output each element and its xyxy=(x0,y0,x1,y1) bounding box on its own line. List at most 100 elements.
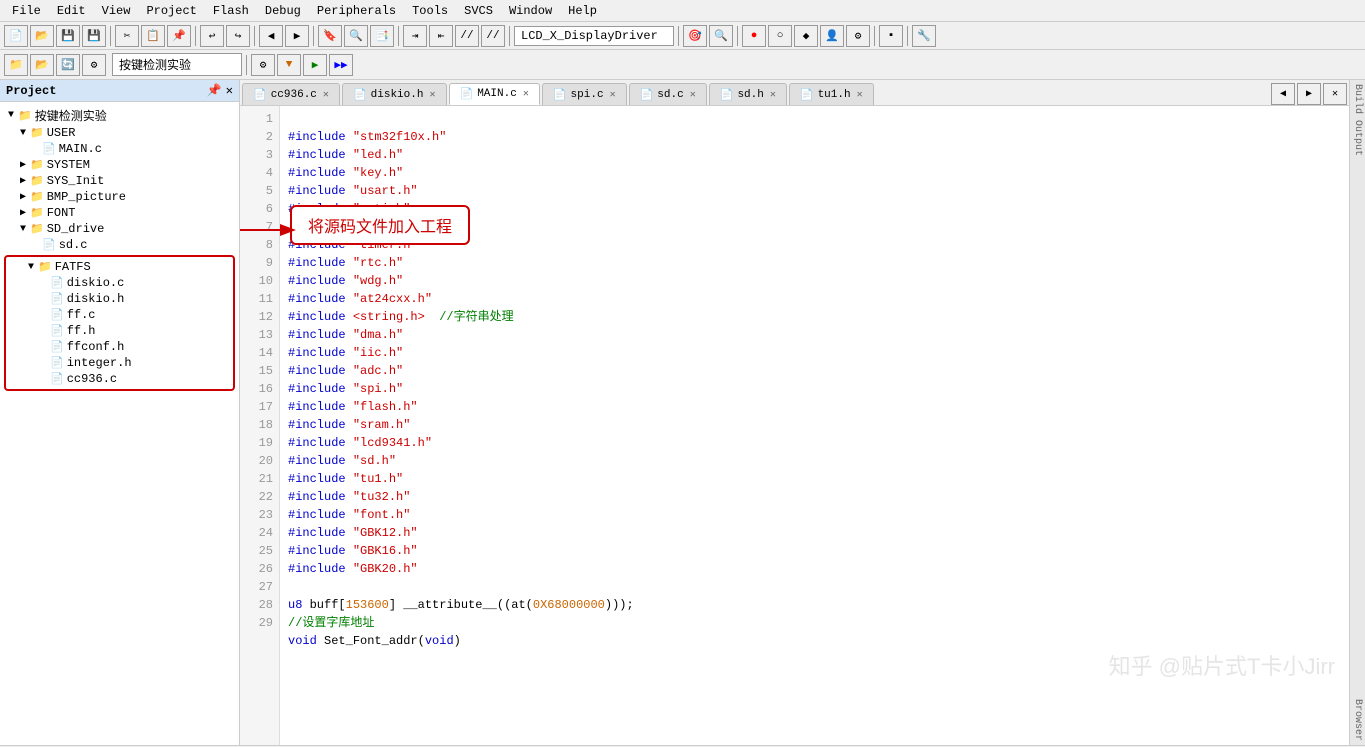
tab-close-tu1-h[interactable]: ✕ xyxy=(857,89,863,101)
tree-diskio-c[interactable]: 📄 diskio.c xyxy=(8,275,231,291)
tab-cc936[interactable]: 📄 cc936.c ✕ xyxy=(242,83,340,105)
toolbar2: 📁 📂 🔄 ⚙ 按键检测实验 ⚙ ▼ ▶ ▶▶ xyxy=(0,50,1365,80)
nav-fwd-btn[interactable]: ▶ xyxy=(285,25,309,47)
project-name-field[interactable]: 按键检测实验 xyxy=(112,53,242,76)
wrench-btn[interactable]: 🔧 xyxy=(912,25,936,47)
nav-back-btn[interactable]: ◀ xyxy=(259,25,283,47)
target-btn[interactable]: 🎯 xyxy=(683,25,707,47)
cut-btn[interactable]: ✂ xyxy=(115,25,139,47)
tb2-btn3[interactable]: 🔄 xyxy=(56,54,80,76)
undo-btn[interactable]: ↩ xyxy=(200,25,224,47)
build2-btn[interactable]: ▶▶ xyxy=(329,54,353,76)
outdent-btn[interactable]: ⇤ xyxy=(429,25,453,47)
paste-btn[interactable]: 📌 xyxy=(167,25,191,47)
menu-flash[interactable]: Flash xyxy=(205,2,257,20)
diamond-btn[interactable]: ◆ xyxy=(794,25,818,47)
right-sidebar: Build Output Browser xyxy=(1349,80,1365,745)
tab-close-sd-h[interactable]: ✕ xyxy=(770,89,776,101)
menu-debug[interactable]: Debug xyxy=(257,2,309,20)
settings-btn[interactable]: ⚙ xyxy=(846,25,870,47)
tree-main-c[interactable]: 📄 MAIN.c xyxy=(0,141,239,157)
bookmark-btn[interactable]: 🔖 xyxy=(318,25,342,47)
circle-btn[interactable]: ○ xyxy=(768,25,792,47)
menu-window[interactable]: Window xyxy=(501,2,560,20)
copy-btn[interactable]: 📋 xyxy=(141,25,165,47)
project-close-btn[interactable]: ✕ xyxy=(226,83,233,98)
tree-bmp[interactable]: ▶ 📁 BMP_picture xyxy=(0,189,239,205)
tree-ff-c[interactable]: 📄 ff.c xyxy=(8,307,231,323)
tab-close-sd-c[interactable]: ✕ xyxy=(690,89,696,101)
tab-close-diskio-h[interactable]: ✕ xyxy=(429,89,435,101)
build-output-label: Build Output xyxy=(1352,80,1363,160)
tb2-btn2[interactable]: 📂 xyxy=(30,54,54,76)
comment-btn[interactable]: // xyxy=(455,25,479,47)
tree-root[interactable]: ▼ 📁 按键检测实验 xyxy=(0,106,239,125)
tree-sysinit[interactable]: ▶ 📁 SYS_Init xyxy=(0,173,239,189)
toolbar1: 📄 📂 💾 💾 ✂ 📋 📌 ↩ ↪ ◀ ▶ 🔖 🔍 📑 ⇥ ⇤ // // LC… xyxy=(0,22,1365,50)
box-btn[interactable]: ▪ xyxy=(879,25,903,47)
sep10 xyxy=(907,26,908,46)
code-editor[interactable]: 12345 678910 1112131415 1617181920 21222… xyxy=(240,106,1349,745)
tab-close-all[interactable]: ✕ xyxy=(1323,83,1347,105)
save-btn[interactable]: 💾 xyxy=(56,25,80,47)
tab-diskio-h[interactable]: 📄 diskio.h ✕ xyxy=(342,83,447,105)
sep4 xyxy=(313,26,314,46)
tree-user[interactable]: ▼ 📁 USER xyxy=(0,125,239,141)
tab-close-main-c[interactable]: ✕ xyxy=(523,88,529,100)
tree-cc936-c[interactable]: 📄 cc936.c xyxy=(8,371,231,387)
red-circle-btn[interactable]: ● xyxy=(742,25,766,47)
uncomment-btn[interactable]: // xyxy=(481,25,505,47)
sep11 xyxy=(246,55,247,75)
tab-spi-c[interactable]: 📄 spi.c ✕ xyxy=(542,83,627,105)
sep1 xyxy=(110,26,111,46)
tree-system[interactable]: ▶ 📁 SYSTEM xyxy=(0,157,239,173)
tab-main-c[interactable]: 📄 MAIN.c ✕ xyxy=(449,83,540,105)
tree-diskio-h[interactable]: 📄 diskio.h xyxy=(8,291,231,307)
line-numbers: 12345 678910 1112131415 1617181920 21222… xyxy=(240,106,280,745)
project-header: Project 📌 ✕ xyxy=(0,80,239,102)
menu-project[interactable]: Project xyxy=(138,2,204,20)
sep7 xyxy=(678,26,679,46)
person-btn[interactable]: 👤 xyxy=(820,25,844,47)
tab-sd-h[interactable]: 📄 sd.h ✕ xyxy=(709,83,787,105)
tree-ff-h[interactable]: 📄 ff.h xyxy=(8,323,231,339)
bookmark2-btn[interactable]: 📑 xyxy=(370,25,394,47)
code-content[interactable]: #include "stm32f10x.h" #include "led.h" … xyxy=(280,106,1349,745)
tb2-btn1[interactable]: 📁 xyxy=(4,54,28,76)
menubar: File Edit View Project Flash Debug Perip… xyxy=(0,0,1365,22)
menu-svcs[interactable]: SVCS xyxy=(456,2,501,20)
tree-ffconf-h[interactable]: 📄 ffconf.h xyxy=(8,339,231,355)
menu-peripherals[interactable]: Peripherals xyxy=(309,2,404,20)
tree-integer-h[interactable]: 📄 integer.h xyxy=(8,355,231,371)
sep8 xyxy=(737,26,738,46)
menu-tools[interactable]: Tools xyxy=(404,2,456,20)
tb2-btn4[interactable]: ⚙ xyxy=(82,54,106,76)
new-file-btn[interactable]: 📄 xyxy=(4,25,28,47)
tab-close-cc936[interactable]: ✕ xyxy=(323,89,329,101)
indent-btn[interactable]: ⇥ xyxy=(403,25,427,47)
lcd-driver-dropdown[interactable]: LCD_X_DisplayDriver xyxy=(514,26,674,46)
redo-btn[interactable]: ↪ xyxy=(226,25,250,47)
search-btn[interactable]: 🔍 xyxy=(709,25,733,47)
menu-help[interactable]: Help xyxy=(560,2,605,20)
find-btn[interactable]: 🔍 xyxy=(344,25,368,47)
open-file-btn[interactable]: 📂 xyxy=(30,25,54,47)
tab-sd-c[interactable]: 📄 sd.c ✕ xyxy=(629,83,707,105)
save-all-btn[interactable]: 💾 xyxy=(82,25,106,47)
tab-scroll-controls: ◀ ▶ ✕ xyxy=(1271,83,1347,105)
download-btn[interactable]: ▼ xyxy=(277,54,301,76)
menu-view[interactable]: View xyxy=(94,2,139,20)
tab-close-spi-c[interactable]: ✕ xyxy=(610,89,616,101)
menu-edit[interactable]: Edit xyxy=(49,2,94,20)
tab-scroll-right[interactable]: ▶ xyxy=(1297,83,1321,105)
build-btn[interactable]: ▶ xyxy=(303,54,327,76)
run-settings-btn[interactable]: ⚙ xyxy=(251,54,275,76)
tree-sddrive[interactable]: ▼ 📁 SD_drive xyxy=(0,221,239,237)
tab-tu1-h[interactable]: 📄 tu1.h ✕ xyxy=(789,83,874,105)
tree-sd-c[interactable]: 📄 sd.c xyxy=(0,237,239,253)
tree-fatfs[interactable]: ▼ 📁 FATFS xyxy=(8,259,231,275)
project-pin-btn[interactable]: 📌 xyxy=(207,83,222,98)
tree-font[interactable]: ▶ 📁 FONT xyxy=(0,205,239,221)
tab-scroll-left[interactable]: ◀ xyxy=(1271,83,1295,105)
menu-file[interactable]: File xyxy=(4,2,49,20)
